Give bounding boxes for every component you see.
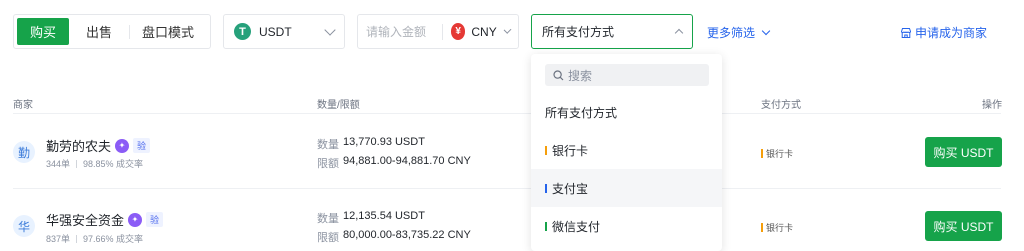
option-label: 所有支付方式 (545, 105, 618, 120)
tether-icon: T (234, 23, 251, 40)
limit-value: 80,000.00-83,735.22 CNY (343, 229, 471, 241)
merchant-name-text: 华强安全资金 (46, 213, 125, 228)
quantity-value: 12,135.54 USDT (343, 210, 425, 222)
merchant-name[interactable]: 华强安全资金 ✦ 验 (46, 210, 164, 229)
quantity-value: 13,770.93 USDT (343, 136, 425, 148)
amount-filter: ¥ CNY (357, 14, 519, 49)
completion-rate: 97.66% 成交率 (83, 234, 144, 244)
become-merchant-link[interactable]: 申请成为商家 (900, 24, 987, 41)
tab-sell[interactable]: 出售 (69, 18, 129, 45)
limit-row: 限额 94,881.00-94,881.70 CNY (317, 155, 471, 171)
merchant-name[interactable]: 勤劳的农夫 ✦ 验 (46, 136, 151, 155)
column-header-payment: 支付方式 (761, 100, 801, 111)
merchant-name-text: 勤劳的农夫 (46, 139, 112, 154)
merchant-stats: 837单 97.66% 成交率 (46, 232, 143, 245)
option-alipay[interactable]: 支付宝 (531, 169, 722, 207)
divider (76, 159, 78, 168)
buy-usdt-button[interactable]: 购买 USDT (925, 137, 1002, 167)
quantity-key: 数量 (317, 139, 339, 151)
option-label: 银行卡 (552, 143, 589, 158)
coin-select[interactable]: T USDT (223, 14, 345, 49)
limit-value: 94,881.00-94,881.70 CNY (343, 155, 471, 167)
payment-color-bar (761, 223, 763, 232)
tab-buy[interactable]: 购买 (17, 18, 69, 45)
tab-orderbook-mode[interactable]: 盘口模式 (130, 18, 206, 45)
buy-usdt-button[interactable]: 购买 USDT (925, 211, 1002, 241)
column-header-action: 操作 (982, 100, 1002, 111)
verified-tag: 验 (133, 138, 151, 153)
divider (13, 188, 1001, 189)
payment-method-label: 银行卡 (766, 149, 794, 159)
verified-badge-icon: ✦ (115, 138, 130, 153)
payment-method-dropdown: 搜索 所有支付方式 银行卡 支付宝 微信支付 (531, 54, 722, 251)
payment-method: 银行卡 (761, 221, 793, 234)
limit-key: 限额 (317, 232, 339, 244)
payment-color-bar (761, 149, 763, 158)
more-filters-button[interactable]: 更多筛选 (707, 24, 771, 41)
column-header-merchant: 商家 (13, 100, 33, 111)
order-count: 837单 (46, 234, 71, 244)
payment-method: 银行卡 (761, 147, 793, 160)
become-merchant-label: 申请成为商家 (915, 26, 988, 40)
quantity-key: 数量 (317, 213, 339, 225)
chevron-up-icon (674, 28, 684, 38)
more-filters-label: 更多筛选 (707, 26, 756, 40)
currency-select[interactable]: CNY (471, 25, 496, 39)
payment-select-label: 所有支付方式 (542, 25, 615, 39)
order-count: 344单 (46, 159, 71, 169)
yuan-icon: ¥ (450, 23, 466, 40)
completion-rate: 98.85% 成交率 (83, 159, 144, 169)
verified-tag: 验 (146, 212, 164, 227)
search-icon (553, 69, 564, 80)
payment-color-bar (545, 183, 547, 193)
payment-method-label: 银行卡 (766, 223, 794, 233)
option-all-payment-methods[interactable]: 所有支付方式 (531, 93, 722, 131)
limit-key: 限额 (317, 158, 339, 170)
option-bank-card[interactable]: 银行卡 (531, 131, 722, 169)
dropdown-search-input[interactable]: 搜索 (545, 64, 709, 86)
quantity-row: 数量 13,770.93 USDT (317, 136, 425, 152)
store-icon (901, 27, 911, 38)
limit-row: 限额 80,000.00-83,735.22 CNY (317, 229, 471, 245)
verified-badge-icon: ✦ (128, 212, 143, 227)
payment-color-bar (545, 145, 547, 155)
quantity-row: 数量 12,135.54 USDT (317, 210, 425, 226)
search-placeholder: 搜索 (568, 68, 593, 83)
chevron-down-icon (324, 23, 336, 36)
divider (76, 234, 78, 243)
avatar: 勤 (13, 141, 35, 163)
chevron-down-icon (503, 26, 512, 34)
option-label: 支付宝 (552, 181, 589, 196)
trade-mode-tabs: 购买 出售 盘口模式 (13, 14, 211, 49)
option-label: 微信支付 (552, 219, 601, 234)
payment-method-select[interactable]: 所有支付方式 (531, 14, 693, 49)
coin-select-label: USDT (259, 24, 292, 39)
avatar: 华 (13, 215, 35, 237)
column-header-quantity-limit: 数量/限额 (317, 100, 360, 111)
merchant-stats: 344单 98.85% 成交率 (46, 157, 143, 170)
option-wechat-pay[interactable]: 微信支付 (531, 207, 722, 245)
divider (13, 113, 1001, 114)
chevron-down-icon (761, 26, 771, 36)
payment-color-bar (545, 221, 547, 231)
divider (442, 23, 443, 40)
amount-input[interactable] (366, 24, 438, 39)
